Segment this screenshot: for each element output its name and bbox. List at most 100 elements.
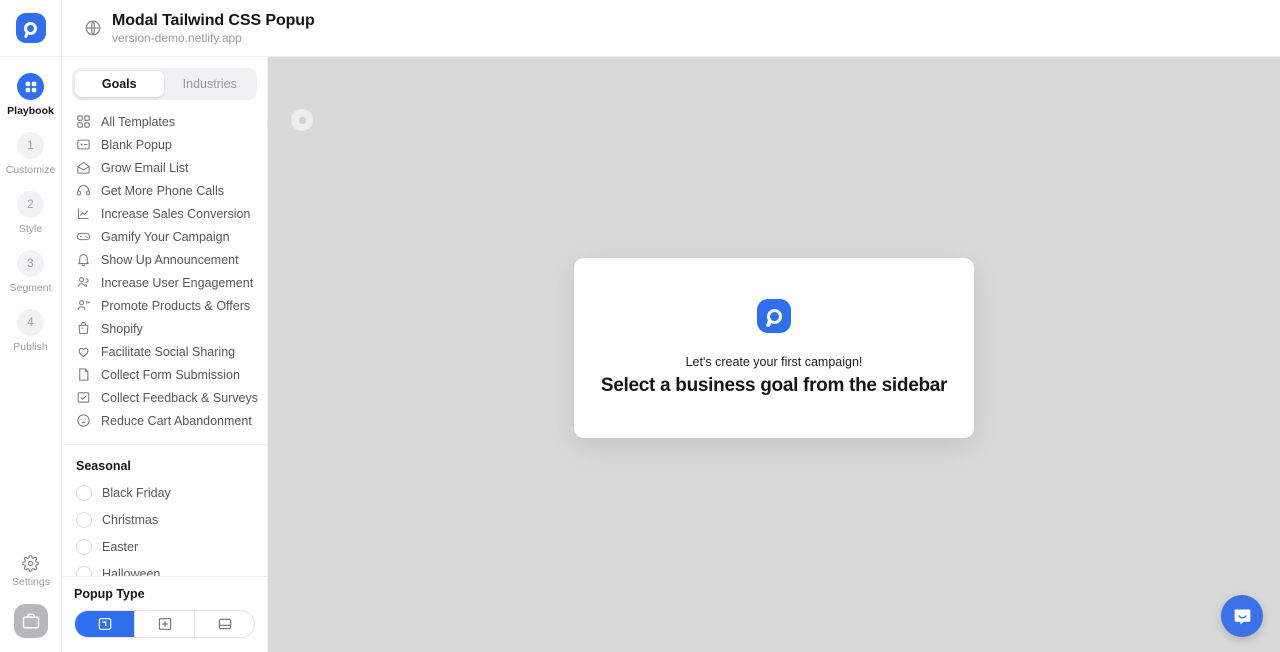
goal-label: Promote Products & Offers [101, 298, 251, 313]
seasonal-item-black-friday[interactable]: Black Friday [62, 479, 267, 506]
heart-icon [78, 347, 89, 358]
goal-label: Gamify Your Campaign [101, 229, 230, 244]
briefcase-icon [22, 613, 40, 629]
goal-label: Show Up Announcement [101, 252, 239, 267]
goal-item-gamify-your-campaign[interactable]: Gamify Your Campaign [62, 225, 267, 248]
seasonal-section-title: Seasonal [76, 459, 131, 473]
sidebar-item-publish[interactable]: 4 Publish [0, 309, 62, 353]
circle-icon [76, 538, 92, 555]
app-body: Playbook 1 Customize 2 Style 3 Segment 4… [0, 57, 1280, 652]
header-text: Modal Tailwind CSS Popup version-demo.ne… [112, 12, 315, 45]
header-logo-cell[interactable] [0, 0, 62, 57]
playbook-badge [17, 73, 44, 100]
goal-item-reduce-cart-abandonment[interactable]: Reduce Cart Abandonment [62, 409, 267, 432]
sidebar-item-label: Style [18, 223, 43, 235]
goal-label: Increase User Engagement [101, 275, 254, 290]
goal-label: Facilitate Social Sharing [101, 344, 236, 359]
goal-label: Reduce Cart Abandonment [101, 413, 252, 428]
collapse-arrow-icon[interactable] [267, 112, 278, 134]
sad-face-icon [77, 414, 90, 427]
left-rail: Playbook 1 Customize 2 Style 3 Segment 4… [0, 57, 62, 652]
seasonal-item-halloween[interactable]: Halloween [62, 560, 267, 576]
envelope-icon [77, 161, 90, 174]
goal-label: Get More Phone Calls [101, 183, 224, 198]
chat-launcher-button[interactable] [1221, 595, 1263, 637]
popup-type-modal-button[interactable] [75, 611, 135, 637]
goal-label: All Templates [101, 114, 176, 129]
popup-type-fullscreen-button[interactable] [135, 611, 195, 637]
modal-popup-icon [98, 618, 111, 630]
gamepad-icon [77, 232, 90, 241]
goal-label: Increase Sales Conversion [101, 206, 251, 221]
seasonal-item-easter[interactable]: Easter [62, 533, 267, 560]
clipboard-icon [79, 368, 89, 381]
step-badge: 4 [17, 309, 44, 336]
seasonal-label: Black Friday [102, 485, 171, 500]
popup-type-segmented-control [74, 610, 255, 638]
seasonal-label: Easter [102, 539, 139, 554]
users-icon [77, 277, 89, 287]
goals-panel: Goals Industries All Templates Blank Pop… [62, 57, 278, 652]
seasonal-item-christmas[interactable]: Christmas [62, 506, 267, 533]
sidebar-item-style[interactable]: 2 Style [0, 191, 62, 235]
settings-label: Settings [12, 576, 50, 588]
user-megaphone-icon [77, 300, 90, 310]
goal-item-grow-email-list[interactable]: Grow Email List [62, 156, 267, 179]
page-url: version-demo.netlify.app [112, 30, 242, 45]
goal-item-blank-popup[interactable]: Blank Popup [62, 133, 267, 156]
gear-icon [22, 555, 40, 572]
goal-item-collect-feedback-surveys[interactable]: Collect Feedback & Surveys [62, 386, 267, 409]
popupsmart-logo-icon [757, 299, 791, 333]
fullscreen-popup-icon [158, 618, 171, 630]
circle-icon [76, 565, 92, 576]
sidebar-item-playbook[interactable]: Playbook [0, 73, 62, 117]
page-title: Modal Tailwind CSS Popup [112, 11, 315, 29]
sidebar-item-label: Playbook [7, 105, 54, 117]
app-header: Modal Tailwind CSS Popup version-demo.ne… [0, 0, 1280, 57]
goal-item-increase-user-engagement[interactable]: Increase User Engagement [62, 271, 267, 294]
sidebar-item-segment[interactable]: 3 Segment [0, 250, 62, 294]
circle-icon [76, 511, 92, 528]
avatar[interactable] [14, 604, 48, 638]
seasonal-label: Halloween [102, 566, 161, 577]
tab-goals[interactable]: Goals [75, 71, 164, 97]
bell-icon [77, 253, 90, 267]
preview-canvas: Let's create your first campaign! Select… [268, 57, 1280, 652]
drag-handle-icon[interactable] [291, 109, 313, 131]
sidebar-item-label: Publish [13, 341, 48, 353]
panel-scroll-area[interactable]: All Templates Blank Popup Grow Email Lis… [62, 106, 267, 576]
goal-item-collect-form-submission[interactable]: Collect Form Submission [62, 363, 267, 386]
tab-industries[interactable]: Industries [166, 71, 255, 97]
panel-tabs: Goals Industries [72, 68, 257, 100]
chart-line-icon [77, 208, 89, 220]
globe-icon [85, 20, 101, 36]
step-badge: 1 [17, 132, 44, 159]
sidebar-item-settings[interactable]: Settings [12, 555, 50, 588]
app-root: Modal Tailwind CSS Popup version-demo.ne… [0, 0, 1280, 652]
seasonal-label: Christmas [102, 512, 159, 527]
goal-label: Grow Email List [101, 160, 189, 175]
step-badge: 3 [17, 250, 44, 277]
goal-item-show-up-announcement[interactable]: Show Up Announcement [62, 248, 267, 271]
goal-item-all-templates[interactable]: All Templates [62, 110, 267, 133]
sidebar-item-customize[interactable]: 1 Customize [0, 132, 62, 176]
step-badge: 2 [17, 191, 44, 218]
goal-item-increase-sales-conversion[interactable]: Increase Sales Conversion [62, 202, 267, 225]
preview-modal-card: Let's create your first campaign! Select… [574, 258, 974, 438]
bottom-bar-popup-icon [218, 618, 231, 630]
goal-item-shopify[interactable]: Shopify [62, 317, 267, 340]
headset-icon [77, 185, 90, 196]
goal-item-promote-products-offers[interactable]: Promote Products & Offers [62, 294, 267, 317]
circle-icon [76, 484, 92, 501]
goal-label: Collect Form Submission [101, 367, 240, 382]
goal-item-facilitate-social-sharing[interactable]: Facilitate Social Sharing [62, 340, 267, 363]
goal-item-get-more-phone-calls[interactable]: Get More Phone Calls [62, 179, 267, 202]
header-main: Modal Tailwind CSS Popup version-demo.ne… [62, 12, 315, 45]
popup-type-bottom-bar-button[interactable] [195, 611, 254, 637]
goal-label: Blank Popup [101, 137, 172, 152]
goal-label: Collect Feedback & Surveys [101, 390, 259, 405]
chat-bubble-icon [1234, 609, 1250, 624]
sidebar-item-label: Segment [9, 282, 52, 294]
modal-subtitle: Let's create your first campaign! [685, 355, 863, 369]
checkbox-square-icon [77, 392, 90, 403]
